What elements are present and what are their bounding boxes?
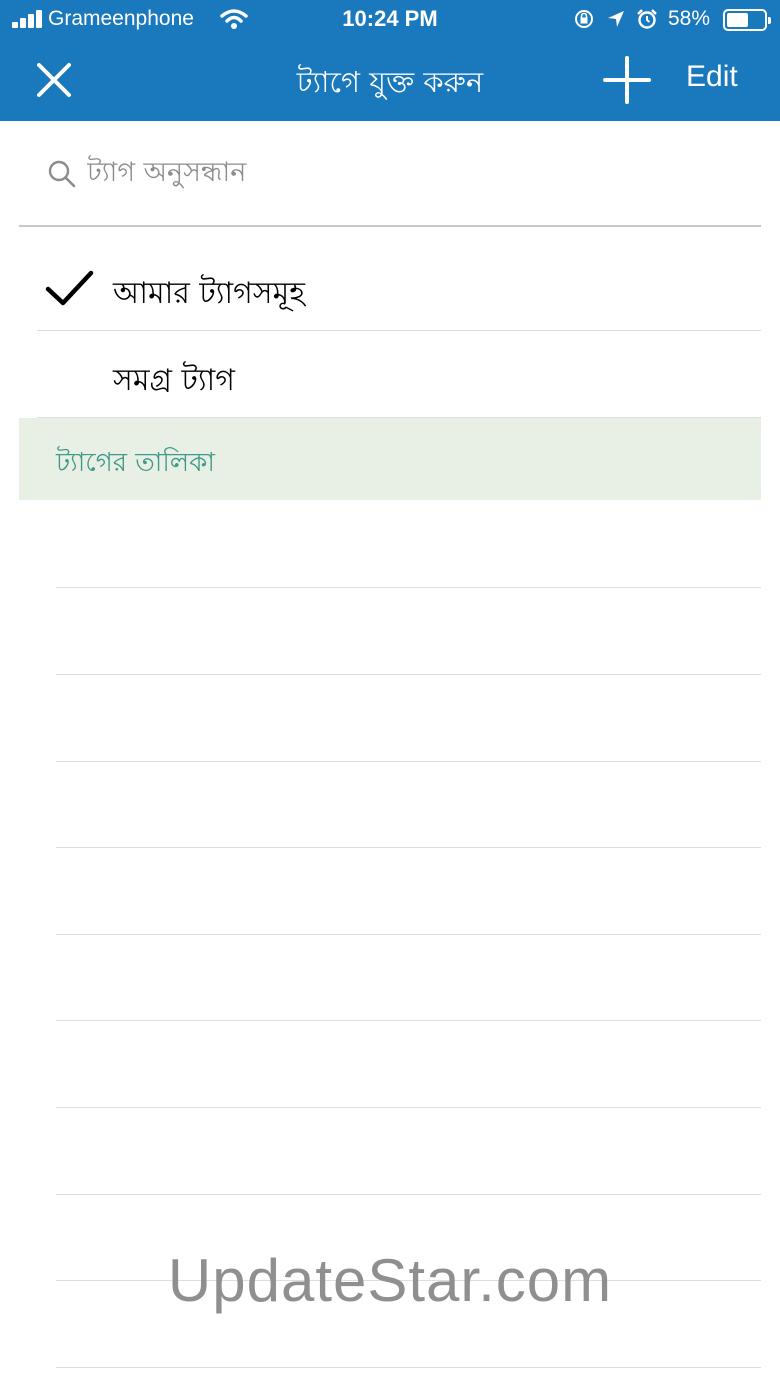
empty-row-divider — [56, 587, 761, 588]
filter-label: আমার ট্যাগসমূহ — [113, 276, 306, 311]
empty-row-divider — [56, 847, 761, 848]
top-bar: Grameenphone 10:24 PM 58% ট্যাগে যুক্ত ক… — [0, 0, 780, 121]
empty-row-divider — [56, 1020, 761, 1021]
alarm-icon — [637, 9, 657, 29]
filter-label: সমগ্র ট্যাগ — [113, 363, 235, 398]
empty-row-divider — [56, 761, 761, 762]
watermark: UpdateStar.com — [167, 1247, 613, 1314]
empty-row-divider — [56, 1194, 761, 1195]
battery-percent: 58% — [668, 7, 711, 30]
location-icon — [608, 11, 624, 27]
checkmark-icon — [45, 270, 94, 306]
status-bar: Grameenphone 10:24 PM 58% — [0, 0, 780, 40]
section-title: ট্যাগের তালিকা — [56, 448, 215, 478]
search-bar — [19, 121, 761, 227]
empty-row-divider — [56, 1107, 761, 1108]
edit-button[interactable]: Edit — [686, 60, 738, 94]
page-title: ট্যাগে যুক্ত করুন — [296, 65, 484, 99]
empty-row-divider — [56, 1367, 761, 1368]
empty-row-divider — [56, 674, 761, 675]
empty-row-divider — [56, 934, 761, 935]
orientation-lock-icon — [575, 10, 593, 28]
tag-list-header: ট্যাগের তালিকা — [19, 418, 761, 500]
search-input[interactable] — [87, 149, 727, 195]
filter-my-tags[interactable]: আমার ট্যাগসমূহ — [37, 245, 761, 331]
add-tag-button[interactable] — [600, 54, 654, 106]
filter-all-tags[interactable]: সমগ্র ট্যাগ — [37, 332, 761, 418]
battery-icon — [723, 9, 771, 31]
status-time: 10:24 PM — [342, 6, 438, 31]
search-icon — [48, 160, 76, 188]
